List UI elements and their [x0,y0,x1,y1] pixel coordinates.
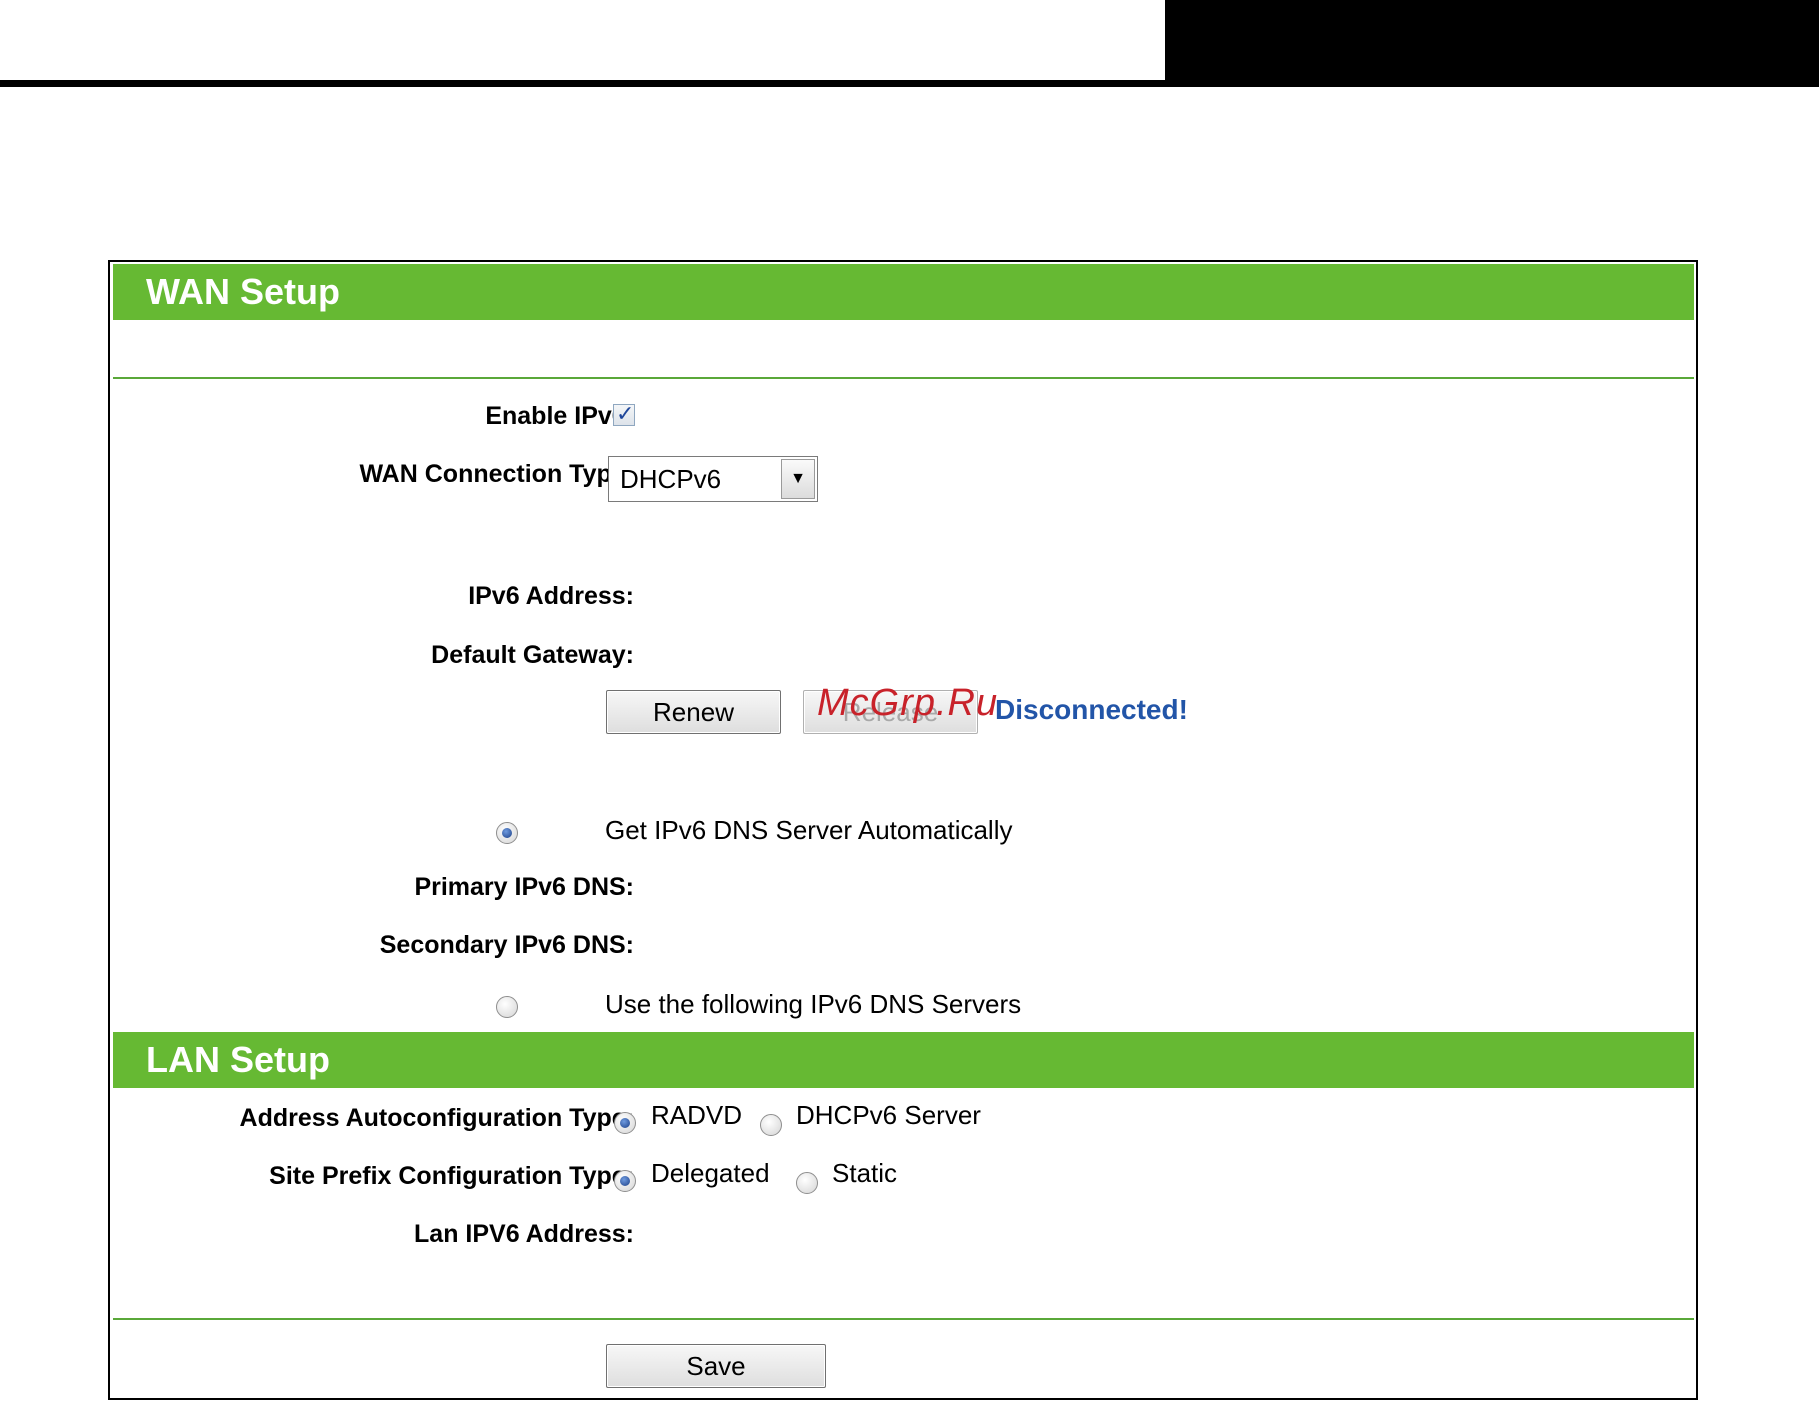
autoconfig-dhcpv6-label: DHCPv6 Server [796,1100,981,1130]
autoconfig-radvd-label: RADVD [651,1100,743,1130]
wan-divider [113,377,1694,379]
header-black-tab [1165,0,1819,80]
wan-connection-type-select[interactable]: DHCPv6 ▼ [608,456,818,502]
autoconfig-dhcpv6-radio[interactable] [760,1114,782,1136]
site-prefix-delegated-label: Delegated [651,1158,770,1188]
dns-manual-radio[interactable] [496,996,518,1018]
lan-setup-header: LAN Setup [113,1032,1694,1088]
site-prefix-config-label: Site Prefix Configuration Type: [269,1162,634,1190]
check-mark-icon: ✓ [616,401,635,426]
site-prefix-static-radio[interactable] [796,1172,818,1194]
ipv6-address-label: IPv6 Address: [468,582,634,610]
watermark-logo: McGrp.Ru [817,682,999,724]
footer-divider [113,1318,1694,1320]
save-button[interactable]: Save [606,1344,826,1388]
autoconfig-radvd-radio[interactable] [614,1112,636,1134]
primary-ipv6-dns-label: Primary IPv6 DNS: [414,873,634,901]
wan-setup-header: WAN Setup [113,264,1694,320]
address-autoconfig-label: Address Autoconfiguration Type: [239,1104,634,1132]
renew-button[interactable]: Renew [606,690,781,734]
settings-panel: WAN Setup Enable IPv6: ✓ WAN Connection … [108,260,1698,1400]
lan-ipv6-address-label: Lan IPV6 Address: [414,1220,634,1248]
chevron-down-icon[interactable]: ▼ [781,459,815,499]
secondary-ipv6-dns-label: Secondary IPv6 DNS: [379,931,634,959]
dns-auto-label: Get IPv6 DNS Server Automatically [605,815,1013,845]
enable-ipv6-checkbox[interactable]: ✓ [613,401,635,426]
dns-manual-label: Use the following IPv6 DNS Servers [605,989,1022,1019]
dns-auto-radio[interactable] [496,822,518,844]
wan-connection-type-label: WAN Connection Type: [359,460,634,488]
wan-connection-type-value: DHCPv6 [620,464,722,494]
site-prefix-delegated-radio[interactable] [614,1170,636,1192]
enable-ipv6-label: Enable IPv6: [485,402,634,430]
default-gateway-label: Default Gateway: [431,641,634,669]
connection-status-text: Disconnected! [995,694,1188,725]
site-prefix-static-label: Static [832,1158,898,1188]
